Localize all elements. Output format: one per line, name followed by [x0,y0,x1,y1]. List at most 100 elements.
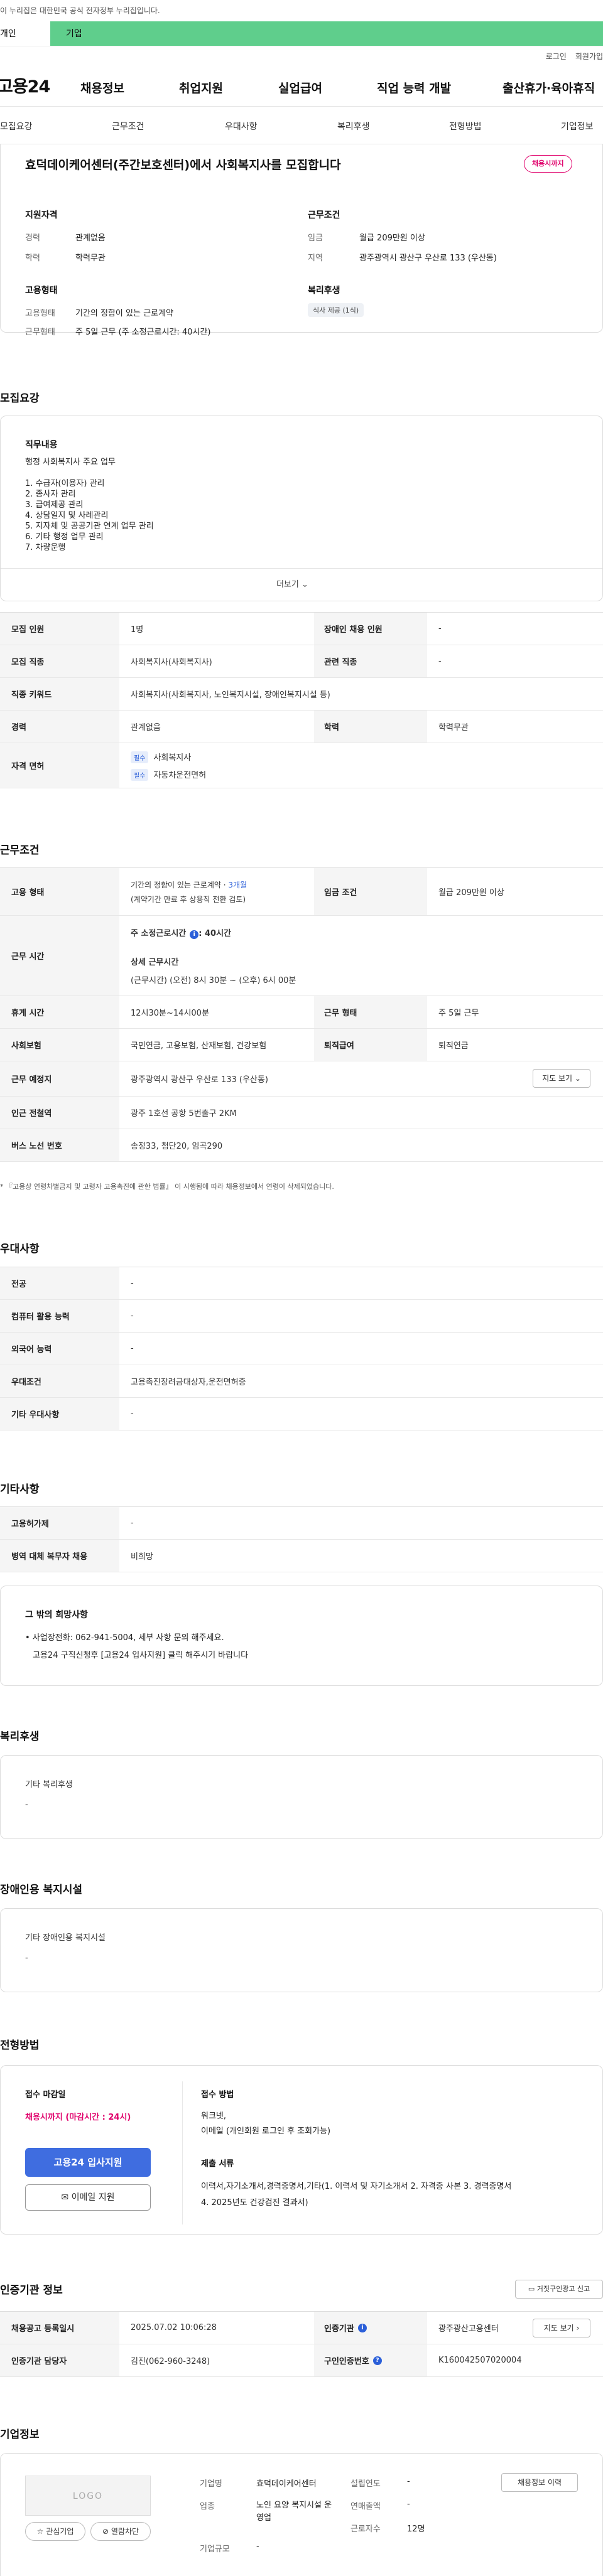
site-logo[interactable]: 고용24 [0,73,50,97]
method-title: 접수 방법 [201,2090,234,2100]
disability-section-title: 장애인용 복지시설 [0,1884,83,1896]
row-key: 휴게 시간 [0,996,119,1028]
emp-key: 고용형태 [25,309,55,318]
emp-type-note: (계약기간 만료 후 상용직 전환 검토) [131,894,246,904]
disability-card [0,1908,603,1992]
company-value: 노인 요양 복지시설 운영업 [256,2501,332,2523]
gnb-jobs[interactable]: 채용정보 [80,79,124,96]
table-row: 인증기관 담당자 김진(062-960-3248) 구인인증번호? K16004… [0,2344,603,2377]
cond-key: 지역 [308,254,323,263]
gnb-parental-leave[interactable]: 출산휴가·육아휴직 [503,79,595,96]
license-item: 필수 자동차운전면허 [131,768,206,781]
license-name: 자동차운전면허 [153,770,207,780]
welfare-title: 복리후생 [308,286,340,296]
table-row: 근무 시간 주 소정근로시간 i: 40시간 상세 근무시간 (근무시간) (오전… [0,916,603,996]
user-type-bar: 개인 기업 [0,21,603,46]
company-key: 설립연도 [350,2479,381,2489]
duty-title: 직무내용 [25,440,58,450]
company-key: 업종 [200,2502,215,2511]
table-row: 사회보험 국민연금, 고용보험, 산재보험, 건강보험 퇴직급여 퇴직연금 [0,1029,603,1061]
row-value: 월급 209만원 이상 [438,888,504,898]
subnav-company[interactable]: 기업정보 [561,120,594,132]
work-table: 고용 형태 기간의 정함이 있는 근로계약 · 3개월 (계약기간 만료 후 상… [0,867,603,1162]
document-icon: ▭ [528,2285,535,2293]
row-key: 사회보험 [0,1029,119,1061]
qual-value: 학력무관 [75,254,106,263]
table-row: 자격 면허 필수 사회복지사 필수 자동차운전면허 [0,743,603,788]
row-key: 외국어 능력 [0,1333,119,1365]
row-value: - [131,1279,134,1288]
table-row: 직종 키워드 사회복지사(사회복지사, 노인복지시설, 장애인복지시설 등) [0,678,603,711]
subnav-welfare[interactable]: 복리후생 [337,120,370,132]
report-fake-ad-button[interactable]: ▭ 거짓구인광고 신고 [515,2280,603,2299]
row-key: 버스 노선 번호 [0,1129,119,1161]
login-link[interactable]: 로그인 [546,51,567,62]
favorite-company-button[interactable]: ☆ 관심기업 [25,2522,85,2541]
row-value: 1명 [131,625,144,635]
docs-title: 제출 서류 [201,2159,234,2169]
table-row: 컴퓨터 활용 능력 - [0,1300,603,1333]
other-line: 고용24 구직신청후 [고용24 입사지원] 클릭 해주시기 바랍니다 [33,1651,249,1660]
signup-link[interactable]: 회원가입 [575,51,603,62]
row-value: 국민연금, 고용보험, 산재보험, 건강보험 [131,1041,267,1051]
hiring-history-button[interactable]: 채용정보 이력 [501,2473,578,2492]
required-badge: 필수 [131,751,149,763]
row-value: - [131,1518,134,1528]
cert-map-button[interactable]: 지도 보기 › [533,2319,590,2337]
welfare-chip: 식사 제공 (1식) [308,303,364,317]
company-logo: LOGO [25,2476,151,2516]
duty-line: 6. 기타 행정 업무 관리 [25,532,104,542]
table-row: 휴게 시간 12시30분~14시00분 근무 형태 주 5일 근무 [0,996,603,1029]
emp-key: 근무형태 [25,328,55,337]
row-key: 인증기관 담당자 [0,2344,119,2376]
company-key: 근로자수 [350,2525,381,2534]
pref-section-title: 우대사항 [0,1243,40,1255]
subnav-process[interactable]: 전형방법 [449,120,482,132]
info-icon[interactable]: i [357,2323,367,2332]
row-key: 컴퓨터 활용 능력 [0,1300,119,1332]
table-row: 우대조건 고용촉진장려금대상자,운전면허증 [0,1365,603,1398]
row-key: 병역 대체 복무자 채용 [0,1540,119,1572]
cert-org-label: 인증기관 [324,2324,354,2334]
required-badge: 필수 [131,768,149,781]
gnb-employment-support[interactable]: 취업지원 [179,79,223,96]
gnb-vocational-training[interactable]: 직업 능력 개발 [377,79,451,96]
email-apply-button[interactable]: ✉ 이메일 지원 [25,2184,151,2211]
row-value: 광주 1호선 공항 5번출구 2KM [131,1109,237,1119]
subnav-recruit[interactable]: 모집요강 [0,120,33,132]
docs-line: 이력서,자기소개서,경력증명서,기타(1. 이력서 및 자기소개서 2. 자격증… [201,2182,512,2191]
welfare-label: 기타 복리후생 [25,1780,73,1790]
info-icon[interactable]: i [190,930,199,939]
work-time-value: 주 소정근로시간 i: 40시간 상세 근무시간 (근무시간) (오전) 8시 3… [119,916,603,996]
subnav-conditions[interactable]: 근무조건 [112,120,144,132]
block-view-button[interactable]: ⊘ 열람차단 [90,2522,151,2541]
qual-key: 경력 [25,233,40,243]
deadline-title: 접수 마감일 [25,2090,66,2100]
row-key: 우대조건 [0,1365,119,1397]
business-tab[interactable]: 기업 [50,21,603,46]
deadline-pill: 채용시까지 [524,155,572,173]
emp-type-line: 기간의 정함이 있는 근로계약 · 3개월 [131,879,247,890]
row-value: 학력무관 [438,723,469,733]
gnb-unemployment-benefit[interactable]: 실업급여 [278,79,322,96]
row-key: 자격 면허 [0,743,119,788]
subnav-preferences[interactable]: 우대사항 [225,120,258,132]
row-key: 인근 전철역 [0,1097,119,1129]
apply-button[interactable]: 고용24 입사지원 [25,2148,151,2177]
recruit-section-title: 모집요강 [0,392,40,405]
row-value: - [131,1311,134,1321]
welfare-card [0,1755,603,1839]
table-row: 기타 우대사항 - [0,1398,603,1430]
individual-tab[interactable]: 개인 [0,21,50,46]
row-value: 12시30분~14시00분 [131,1009,209,1018]
row-key: 고용허가제 [0,1507,119,1539]
more-label: 더보기 [276,580,299,589]
row-key: 퇴직급여 [314,1029,427,1061]
process-divider [182,2081,183,2224]
map-view-button[interactable]: 지도 보기 ⌄ [533,1069,590,1088]
info-icon[interactable]: ? [372,2356,382,2365]
row-value: 2025.07.02 10:06:28 [131,2323,217,2332]
work-time-detail-title: 상세 근무시간 [131,957,179,967]
more-button[interactable]: 더보기 ⌄ [276,577,308,589]
company-key: 기업명 [200,2479,222,2489]
